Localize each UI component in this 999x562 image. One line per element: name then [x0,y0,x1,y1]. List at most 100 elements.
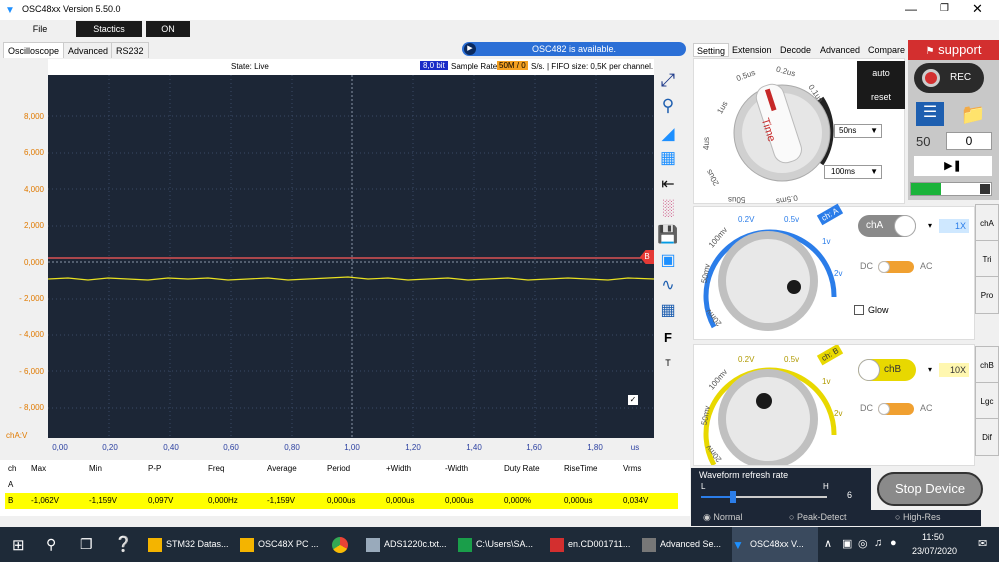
taskbar-item[interactable]: en.CD001711... [550,527,640,562]
chevron-up-icon[interactable]: ∧ [824,537,832,550]
statics-button[interactable]: Stactics [76,21,142,37]
y-tick: 0,000 [23,258,44,267]
taskbar-item-active[interactable]: ▼ OSC48xx V... [732,527,818,562]
scope-display[interactable]: B ✓ [48,59,654,438]
language-icon[interactable]: ◎ [858,537,868,550]
glow-checkbox[interactable] [854,305,864,315]
table-icon[interactable]: ▦ [657,300,679,322]
f-marker[interactable]: F [657,330,679,348]
measure-triangle-icon[interactable]: ◢ [657,124,679,146]
checkbox-icon[interactable]: ✓ [628,395,638,405]
grid-icon[interactable]: ▦ [657,148,679,170]
time-select-1[interactable]: 50ns ▼ [834,124,882,138]
maximize-icon[interactable]: ❐ [940,3,949,14]
side-chb-button[interactable]: chB [975,346,999,384]
switch-knob [878,261,890,273]
tab-compare[interactable]: Compare [865,43,908,57]
network-icon[interactable]: ▣ [842,537,852,550]
taskbar-item[interactable]: OSC48X PC ... [240,527,330,562]
tab-right-advanced[interactable]: Advanced [817,43,863,57]
y-tick: - 4,000 [19,330,44,339]
row-b-cell: 0,000us [564,496,593,505]
windows-start-icon[interactable]: ⊞ [12,536,25,554]
taskbar-item[interactable]: Advanced Se... [642,527,730,562]
row-a-label: A [8,480,14,489]
width-measure-icon[interactable]: ⇤ [657,174,679,196]
on-button[interactable]: ON [146,21,190,37]
tab-rs232[interactable]: RS232 [111,42,149,58]
waveform-icon[interactable]: ∿ [657,275,679,297]
stop-small-icon[interactable] [980,184,990,194]
refresh-slider-track[interactable] [701,491,827,503]
spectrum-icon[interactable]: ░ [657,200,679,222]
time-select-2[interactable]: 100ms ▼ [824,165,882,179]
save-icon[interactable]: 💾 [657,225,679,247]
side-pro-button[interactable]: Pro [975,276,999,314]
channel-b-toggle[interactable]: chB [858,359,916,381]
image-icon[interactable]: ▣ [657,250,679,272]
row-b-cell: 0,034V [623,496,649,505]
play-pause-button[interactable]: ▶❚ [914,156,992,176]
folder-icon[interactable]: 📁 [958,102,988,126]
x-tick: 1,00 [344,443,360,452]
support-button[interactable]: ⚑ support [908,40,999,60]
time-knob[interactable] [712,61,852,201]
channel-b-probe[interactable]: 10X [939,363,969,377]
window-title: OSC48xx Version 5.50.0 [22,4,121,14]
zoom-fit-icon[interactable]: ⤢ [657,70,679,92]
refresh-rate-panel: Waveform refresh rate L H 6 [691,468,871,510]
chevron-down-icon[interactable]: ▾ [928,365,932,374]
stop-device-button[interactable]: Stop Device [877,472,983,506]
header-duty-rate: Duty Rate [504,464,540,473]
channel-b-panel: ch: B 0.2V 0.5v 1v 2v 100mv 50mv 20mv ch… [693,344,975,466]
settings-panel: Setting Extension Decode Advanced Compar… [691,40,999,527]
tab-oscilloscope[interactable]: Oscilloscope [3,42,65,58]
refresh-slider-thumb[interactable] [729,491,736,503]
notification-icon[interactable]: ✉ [978,537,987,550]
chrome-icon[interactable] [332,537,348,553]
rec-button[interactable]: REC [914,63,984,93]
taskbar-item-label: Advanced Se... [660,539,722,549]
refresh-low-label: L [701,482,706,491]
channel-a-toggle[interactable]: chA [858,215,916,237]
side-dif-button[interactable]: Dif [975,418,999,456]
sample-rate-value[interactable]: 50M / 0 [497,61,528,70]
cha-coupling-switch[interactable] [878,261,914,273]
auto-button[interactable]: auto [857,61,905,85]
taskbar-item[interactable]: STM32 Datas... [148,527,236,562]
close-icon[interactable]: ✕ [972,1,983,17]
mode-high-res[interactable]: ○ High-Res [895,512,940,522]
chb-coupling-switch[interactable] [878,403,914,415]
search-icon[interactable]: ⚲ [46,536,56,553]
mode-peak-detect[interactable]: ○ Peak-Detect [789,512,846,522]
app-icon[interactable]: ❔ [114,535,133,553]
notice-banner[interactable]: ▶ OSC482 is available. [462,42,686,56]
y-tick: - 2,000 [19,294,44,303]
t-marker[interactable]: T [657,358,679,374]
ime-icon[interactable]: ● [890,537,897,549]
mixer-icon[interactable]: ☰ [916,102,944,126]
zoom-in-icon[interactable]: ⚲ [657,96,679,118]
taskbar-item[interactable]: C:\Users\SA... [458,527,548,562]
mode-normal[interactable]: ◉ Normal [703,512,742,523]
side-tri-button[interactable]: Tri [975,240,999,278]
chevron-down-icon[interactable]: ▾ [928,221,932,230]
rec-value-input[interactable]: 0 [946,132,992,150]
task-view-icon[interactable]: ❐ [80,536,93,553]
row-b[interactable]: B -1,062V -1,159V 0,097V 0,000Hz -1,159V… [5,493,678,509]
tab-setting[interactable]: Setting [693,43,730,57]
side-cha-button[interactable]: chA [975,204,999,242]
side-lgc-button[interactable]: Lgc [975,382,999,420]
row-b-cell: 0,000% [504,496,532,505]
channel-a-probe[interactable]: 1X [939,219,969,233]
minimize-icon[interactable]: — [905,2,917,16]
volume-icon[interactable]: ♫ [874,537,882,549]
taskbar-item-label: ADS1220c.txt... [384,539,447,549]
clock-date: 23/07/2020 [912,546,958,556]
file-menu[interactable]: File [10,21,70,37]
tab-advanced[interactable]: Advanced [63,42,114,58]
reset-button[interactable]: reset [857,85,905,109]
tab-extension[interactable]: Extension [729,43,775,57]
taskbar-item[interactable]: ADS1220c.txt... [366,527,456,562]
tab-decode[interactable]: Decode [777,43,814,57]
